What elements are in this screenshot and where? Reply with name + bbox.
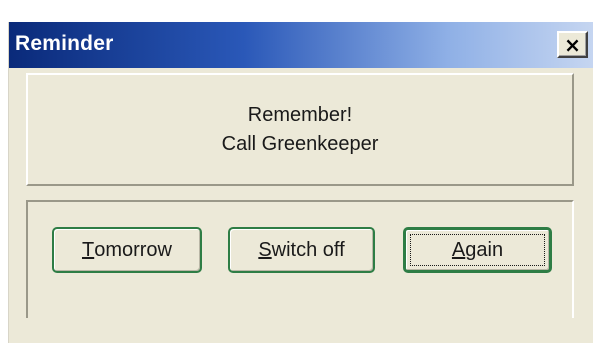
close-icon: ×: [564, 32, 581, 57]
message-text: Call Greenkeeper: [221, 132, 379, 155]
close-button[interactable]: ×: [557, 31, 588, 58]
switch-off-button[interactable]: Switch off: [228, 227, 375, 273]
tomorrow-button[interactable]: Tomorrow: [52, 227, 202, 273]
window-title: Reminder: [15, 32, 114, 55]
again-label: gain: [465, 238, 504, 261]
message-panel: Remember! Call Greenkeeper: [26, 73, 574, 186]
switch-off-label: witch off: [271, 238, 345, 261]
title-bar[interactable]: Reminder ×: [9, 22, 593, 68]
tomorrow-label: omorrow: [94, 238, 172, 261]
again-button[interactable]: Again: [403, 227, 552, 273]
again-accelerator: A: [451, 238, 466, 261]
message-heading: Remember!: [247, 103, 353, 126]
switch-off-accelerator: S: [258, 238, 272, 261]
tomorrow-accelerator: T: [81, 238, 95, 261]
